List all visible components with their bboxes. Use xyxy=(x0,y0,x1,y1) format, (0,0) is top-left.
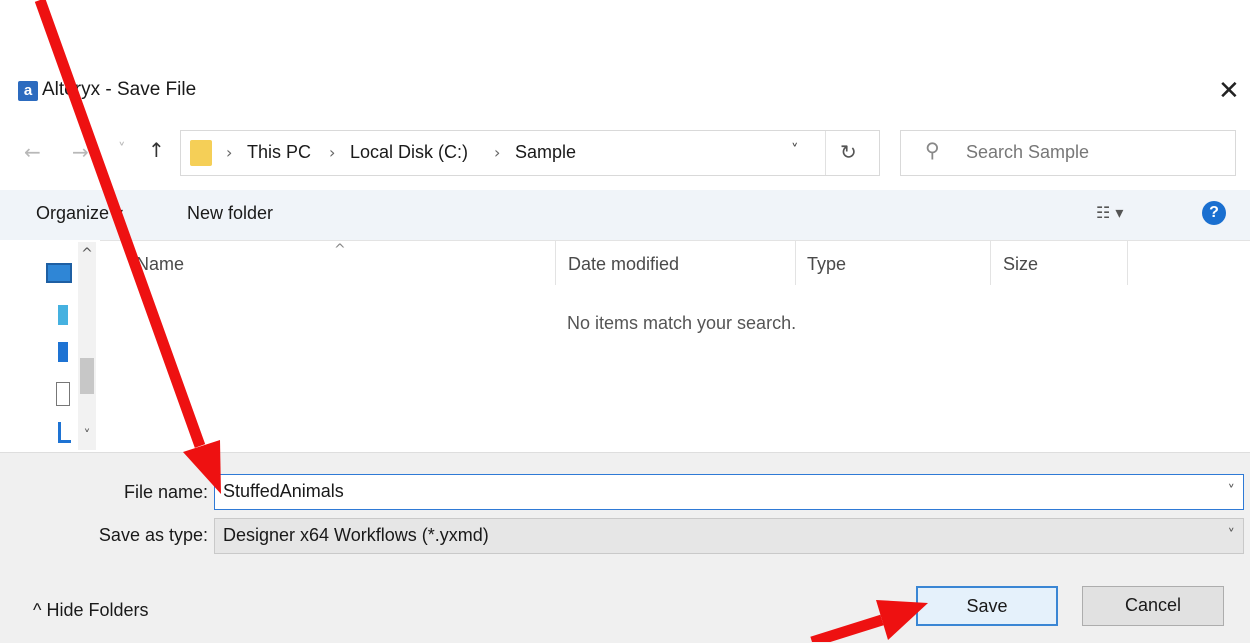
recent-locations-icon[interactable]: ˅ xyxy=(118,140,126,158)
column-type[interactable]: Type xyxy=(807,254,846,275)
breadcrumb-this-pc[interactable]: This PC xyxy=(247,142,311,163)
scroll-down-icon[interactable]: ˅ xyxy=(78,428,96,444)
refresh-icon[interactable]: ↻ xyxy=(840,140,857,164)
address-dropdown-icon[interactable]: ˅ xyxy=(791,141,799,159)
sort-ascending-icon: ^ xyxy=(334,242,346,258)
app-logo-icon: a xyxy=(18,81,38,101)
documents-icon[interactable] xyxy=(58,342,68,362)
desktop-icon[interactable] xyxy=(58,305,68,325)
column-divider[interactable] xyxy=(795,241,796,285)
organize-button[interactable]: Organize ▾ xyxy=(36,203,123,224)
back-arrow-icon[interactable]: ← xyxy=(24,140,41,164)
hide-folders-button[interactable]: ^ Hide Folders xyxy=(33,600,149,621)
column-divider[interactable] xyxy=(1127,241,1128,285)
file-icon[interactable] xyxy=(56,382,70,406)
forward-arrow-icon[interactable]: → xyxy=(72,140,89,164)
close-icon[interactable]: ✕ xyxy=(1218,76,1240,106)
breadcrumb-separator: › xyxy=(494,143,501,162)
view-options-icon[interactable]: ☷ ▾ xyxy=(1096,203,1123,222)
save-as-type-select[interactable]: Designer x64 Workflows (*.yxmd) ˅ xyxy=(214,518,1244,554)
new-folder-button[interactable]: New folder xyxy=(187,203,273,224)
column-date-modified[interactable]: Date modified xyxy=(568,254,679,275)
scroll-up-icon[interactable]: ^ xyxy=(78,246,96,262)
file-name-field[interactable]: StuffedAnimals ˅ xyxy=(214,474,1244,510)
chevron-down-icon[interactable]: ˅ xyxy=(1228,482,1236,500)
column-divider[interactable] xyxy=(555,241,556,285)
save-as-type-value: Designer x64 Workflows (*.yxmd) xyxy=(223,525,489,545)
breadcrumb-sample[interactable]: Sample xyxy=(515,142,576,163)
breadcrumb-local-disk[interactable]: Local Disk (C:) xyxy=(350,142,468,163)
window-title: Alteryx - Save File xyxy=(42,79,197,100)
folder-icon xyxy=(190,140,212,166)
file-name-label: File name: xyxy=(123,482,208,502)
column-name[interactable]: Name xyxy=(136,254,184,275)
cancel-button[interactable]: Cancel xyxy=(1082,586,1224,626)
this-pc-icon[interactable] xyxy=(46,263,72,283)
up-arrow-icon[interactable]: ↑ xyxy=(148,138,165,162)
save-as-type-label: Save as type: xyxy=(98,525,208,545)
column-size[interactable]: Size xyxy=(1003,254,1038,275)
search-icon: ⚲ xyxy=(925,138,940,162)
nav-scroll-thumb[interactable] xyxy=(80,358,94,394)
breadcrumb-separator: › xyxy=(329,143,336,162)
column-divider[interactable] xyxy=(990,241,991,285)
breadcrumb-separator: › xyxy=(226,143,233,162)
save-button[interactable]: Save xyxy=(916,586,1058,626)
chevron-down-icon[interactable]: ˅ xyxy=(1228,526,1236,544)
file-name-value: StuffedAnimals xyxy=(223,481,344,501)
search-placeholder: Search Sample xyxy=(966,142,1090,162)
nav-scrollbar[interactable] xyxy=(78,242,96,450)
address-divider xyxy=(825,131,826,175)
empty-list-message: No items match your search. xyxy=(567,313,797,333)
downloads-icon[interactable] xyxy=(58,422,71,443)
help-icon[interactable]: ? xyxy=(1202,201,1226,225)
